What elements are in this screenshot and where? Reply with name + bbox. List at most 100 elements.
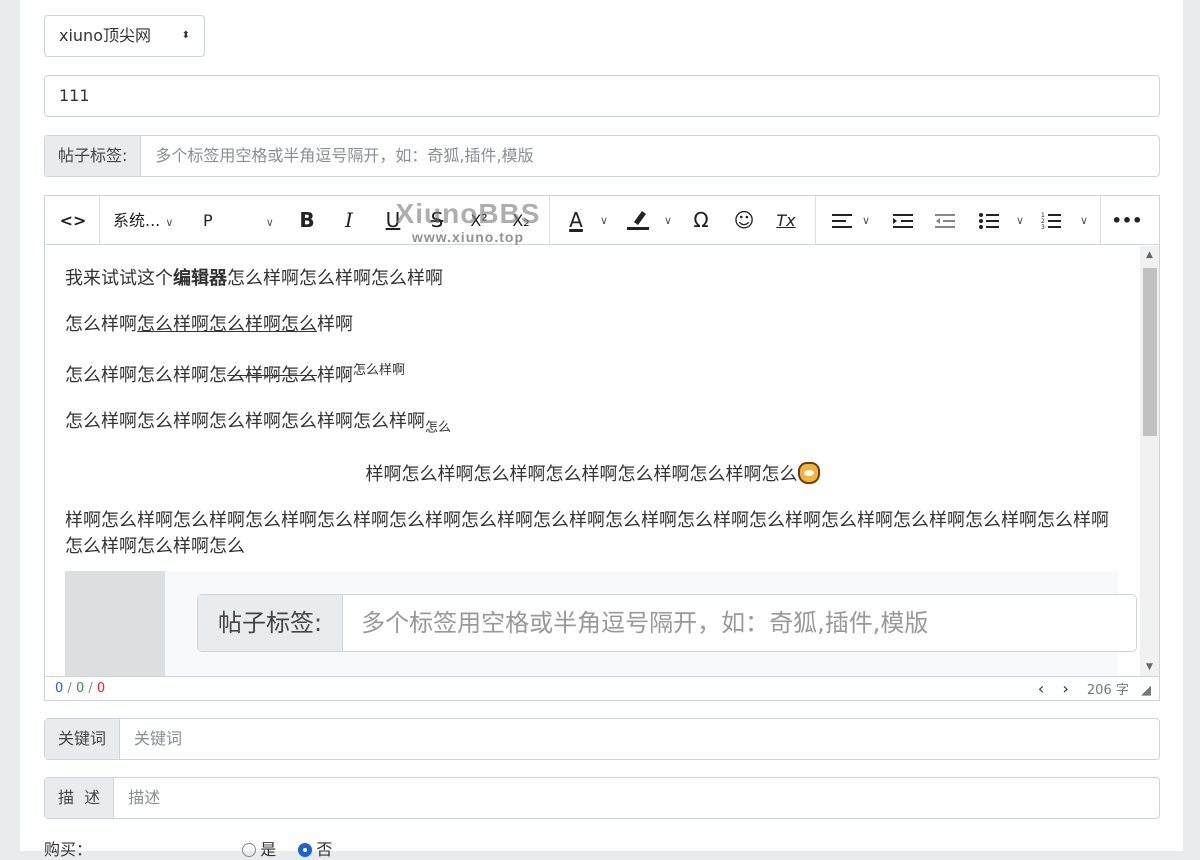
content-paragraph: 怎么样啊怎么样啊怎么样啊怎么样啊 (65, 312, 1120, 338)
count-blue: 0 (55, 681, 64, 696)
scroll-up-arrow-icon[interactable]: ▲ (1140, 250, 1159, 260)
chevron-down-icon[interactable]: ∨ (661, 196, 675, 245)
content-text: 怎么样啊怎么样啊怎么样啊 (227, 268, 443, 289)
content-superscript-text: 怎么样啊 (353, 363, 406, 378)
hamster-emoji-icon (797, 461, 820, 484)
next-arrow-icon[interactable]: › (1062, 679, 1068, 698)
svg-text:3: 3 (1041, 224, 1045, 230)
title-input[interactable]: 111 (44, 75, 1160, 117)
more-tools-button[interactable]: ••• (1111, 196, 1143, 245)
chevron-down-icon: ∨ (265, 216, 274, 229)
align-left-icon (832, 214, 852, 228)
paragraph-format-label: P (203, 211, 213, 230)
post-form-card: xiuno顶尖网 ⬍ 111 帖子标签: 多个标签用空格或半角逗号隔开，如：奇狐… (20, 0, 1183, 859)
highlighter-icon (627, 211, 649, 230)
tags-label: 帖子标签: (45, 136, 142, 176)
embedded-tags-placeholder: 多个标签用空格或半角逗号隔开，如：奇狐,插件,模版 (361, 609, 929, 637)
content-text: 样啊 (317, 365, 353, 386)
content-paragraph: 怎么样啊怎么样啊怎么样啊怎么样啊怎么样啊 (65, 358, 1120, 389)
content-underlined-text: 怎么样啊怎么样啊怎么 (137, 314, 317, 335)
forum-select[interactable]: xiuno顶尖网 ⬍ (44, 15, 205, 57)
word-count: 206 字 (1086, 683, 1129, 698)
highlight-color-button[interactable] (625, 196, 651, 245)
keywords-input-group: 关键词 关键词 (44, 718, 1160, 760)
outdent-button[interactable] (931, 196, 959, 245)
chevron-down-icon[interactable]: ∨ (1077, 196, 1091, 245)
purchase-yes-radio[interactable] (242, 843, 257, 857)
embedded-image-sidebar (65, 571, 165, 676)
underline-button[interactable]: U (381, 196, 405, 245)
toolbar-divider (1100, 196, 1101, 245)
bold-button[interactable]: B (295, 196, 319, 245)
purchase-row: 购买： 是 否 (44, 836, 332, 860)
description-input-group: 描 述 描述 (44, 777, 1160, 819)
description-input[interactable]: 描述 (114, 778, 174, 818)
bullet-list-button[interactable] (975, 196, 1003, 245)
outdent-icon (935, 214, 955, 228)
chevron-down-icon[interactable]: ∨ (859, 196, 873, 245)
font-family-select[interactable]: 系统... ∨ (113, 196, 193, 245)
content-text: 我来试试这个 (65, 268, 173, 289)
align-button[interactable] (827, 196, 857, 245)
embedded-tags-label: 帖子标签: (198, 595, 344, 651)
content-paragraph-centered: 样啊怎么样啊怎么样啊怎么样啊怎么样啊怎么样啊怎么 (65, 461, 1120, 488)
numbered-list-icon: 1 2 3 (1041, 212, 1061, 231)
count-separator: / (67, 681, 72, 696)
emoji-button[interactable]: ☺ (731, 196, 757, 245)
purchase-no-radio[interactable] (298, 843, 313, 857)
status-right: ‹ › 206 字 ◢ (1030, 677, 1151, 702)
text-color-button[interactable]: A (563, 196, 589, 245)
count-green: 0 (75, 681, 85, 696)
content-paragraph: 我来试试这个编辑器怎么样啊怎么样啊怎么样啊 (65, 266, 1120, 292)
keywords-input[interactable]: 关键词 (120, 719, 196, 759)
prev-arrow-icon[interactable]: ‹ (1038, 679, 1044, 698)
font-family-label: 系统... (113, 211, 161, 230)
purchase-label: 购买： (44, 840, 93, 859)
chevron-down-icon: ∨ (165, 216, 174, 229)
count-red: 0 (96, 681, 106, 696)
paragraph-format-select[interactable]: P ∨ (203, 196, 279, 245)
content-text: 样啊怎么样啊怎么样啊怎么样啊怎么样啊怎么样啊怎么 (365, 463, 798, 485)
editor-content-area[interactable]: 我来试试这个编辑器怎么样啊怎么样啊怎么样啊 怎么样啊怎么样啊怎么样啊怎么样啊 怎… (45, 246, 1140, 676)
content-counts: 0 / 0 / 0 (55, 677, 105, 700)
keywords-label: 关键词 (45, 719, 121, 759)
indent-button[interactable] (889, 196, 917, 245)
strikethrough-button[interactable]: S (425, 196, 449, 245)
count-separator: / (88, 681, 93, 696)
superscript-button[interactable]: X² (465, 196, 493, 245)
toolbar-divider (815, 196, 816, 245)
content-strikethrough-text: 么样啊怎么 (227, 365, 317, 386)
content-text: 样啊 (317, 314, 353, 335)
editor-statusbar: 0 / 0 / 0 ‹ › 206 字 ◢ (45, 676, 1159, 700)
toolbar-divider (549, 196, 550, 245)
select-caret-icon: ⬍ (181, 30, 190, 41)
chevron-down-icon[interactable]: ∨ (597, 196, 611, 245)
embedded-screenshot-image: 帖子标签: 多个标签用空格或半角逗号隔开，如：奇狐,插件,模版 (65, 571, 1137, 676)
numbered-list-button[interactable]: 1 2 3 (1037, 196, 1065, 245)
chevron-down-icon[interactable]: ∨ (1013, 196, 1027, 245)
content-text: 怎么样啊怎么样啊怎 (65, 365, 227, 386)
editor-scrollbar[interactable]: ▲ ▼ (1140, 246, 1159, 676)
subscript-button[interactable]: X₂ (507, 196, 535, 245)
forum-select-value: xiuno顶尖网 (59, 26, 151, 45)
purchase-no-label[interactable]: 否 (316, 840, 332, 859)
purchase-yes-label[interactable]: 是 (260, 840, 276, 859)
scroll-down-arrow-icon[interactable]: ▼ (1140, 662, 1159, 672)
resize-handle-icon[interactable]: ◢ (1141, 683, 1151, 698)
tags-input[interactable]: 多个标签用空格或半角逗号隔开，如：奇狐,插件,模版 (141, 136, 547, 176)
indent-icon (893, 214, 913, 228)
bullet-list-icon (979, 213, 999, 229)
description-label: 描 述 (45, 778, 115, 818)
scrollbar-thumb[interactable] (1143, 268, 1157, 436)
clear-format-button[interactable]: Tx (773, 196, 799, 245)
rich-text-editor: <> 系统... ∨ P ∨ B I U S X² X₂ A ∨ ∨ Ω ☺ T… (44, 195, 1160, 701)
italic-button[interactable]: I (337, 196, 361, 245)
content-text: 怎么样啊怎么样啊怎么样啊怎么样啊怎么样啊 (65, 411, 425, 432)
special-character-button[interactable]: Ω (687, 196, 715, 245)
code-view-button[interactable]: <> (55, 196, 91, 245)
content-paragraph: 样啊怎么样啊怎么样啊怎么样啊怎么样啊怎么样啊怎么样啊怎么样啊怎么样啊怎么样啊怎么… (65, 509, 1109, 557)
content-text: 怎么样啊 (65, 314, 137, 335)
toolbar-divider (99, 196, 100, 245)
tags-input-group: 帖子标签: 多个标签用空格或半角逗号隔开，如：奇狐,插件,模版 (44, 135, 1160, 177)
content-subscript-text: 怎么 (425, 420, 452, 436)
